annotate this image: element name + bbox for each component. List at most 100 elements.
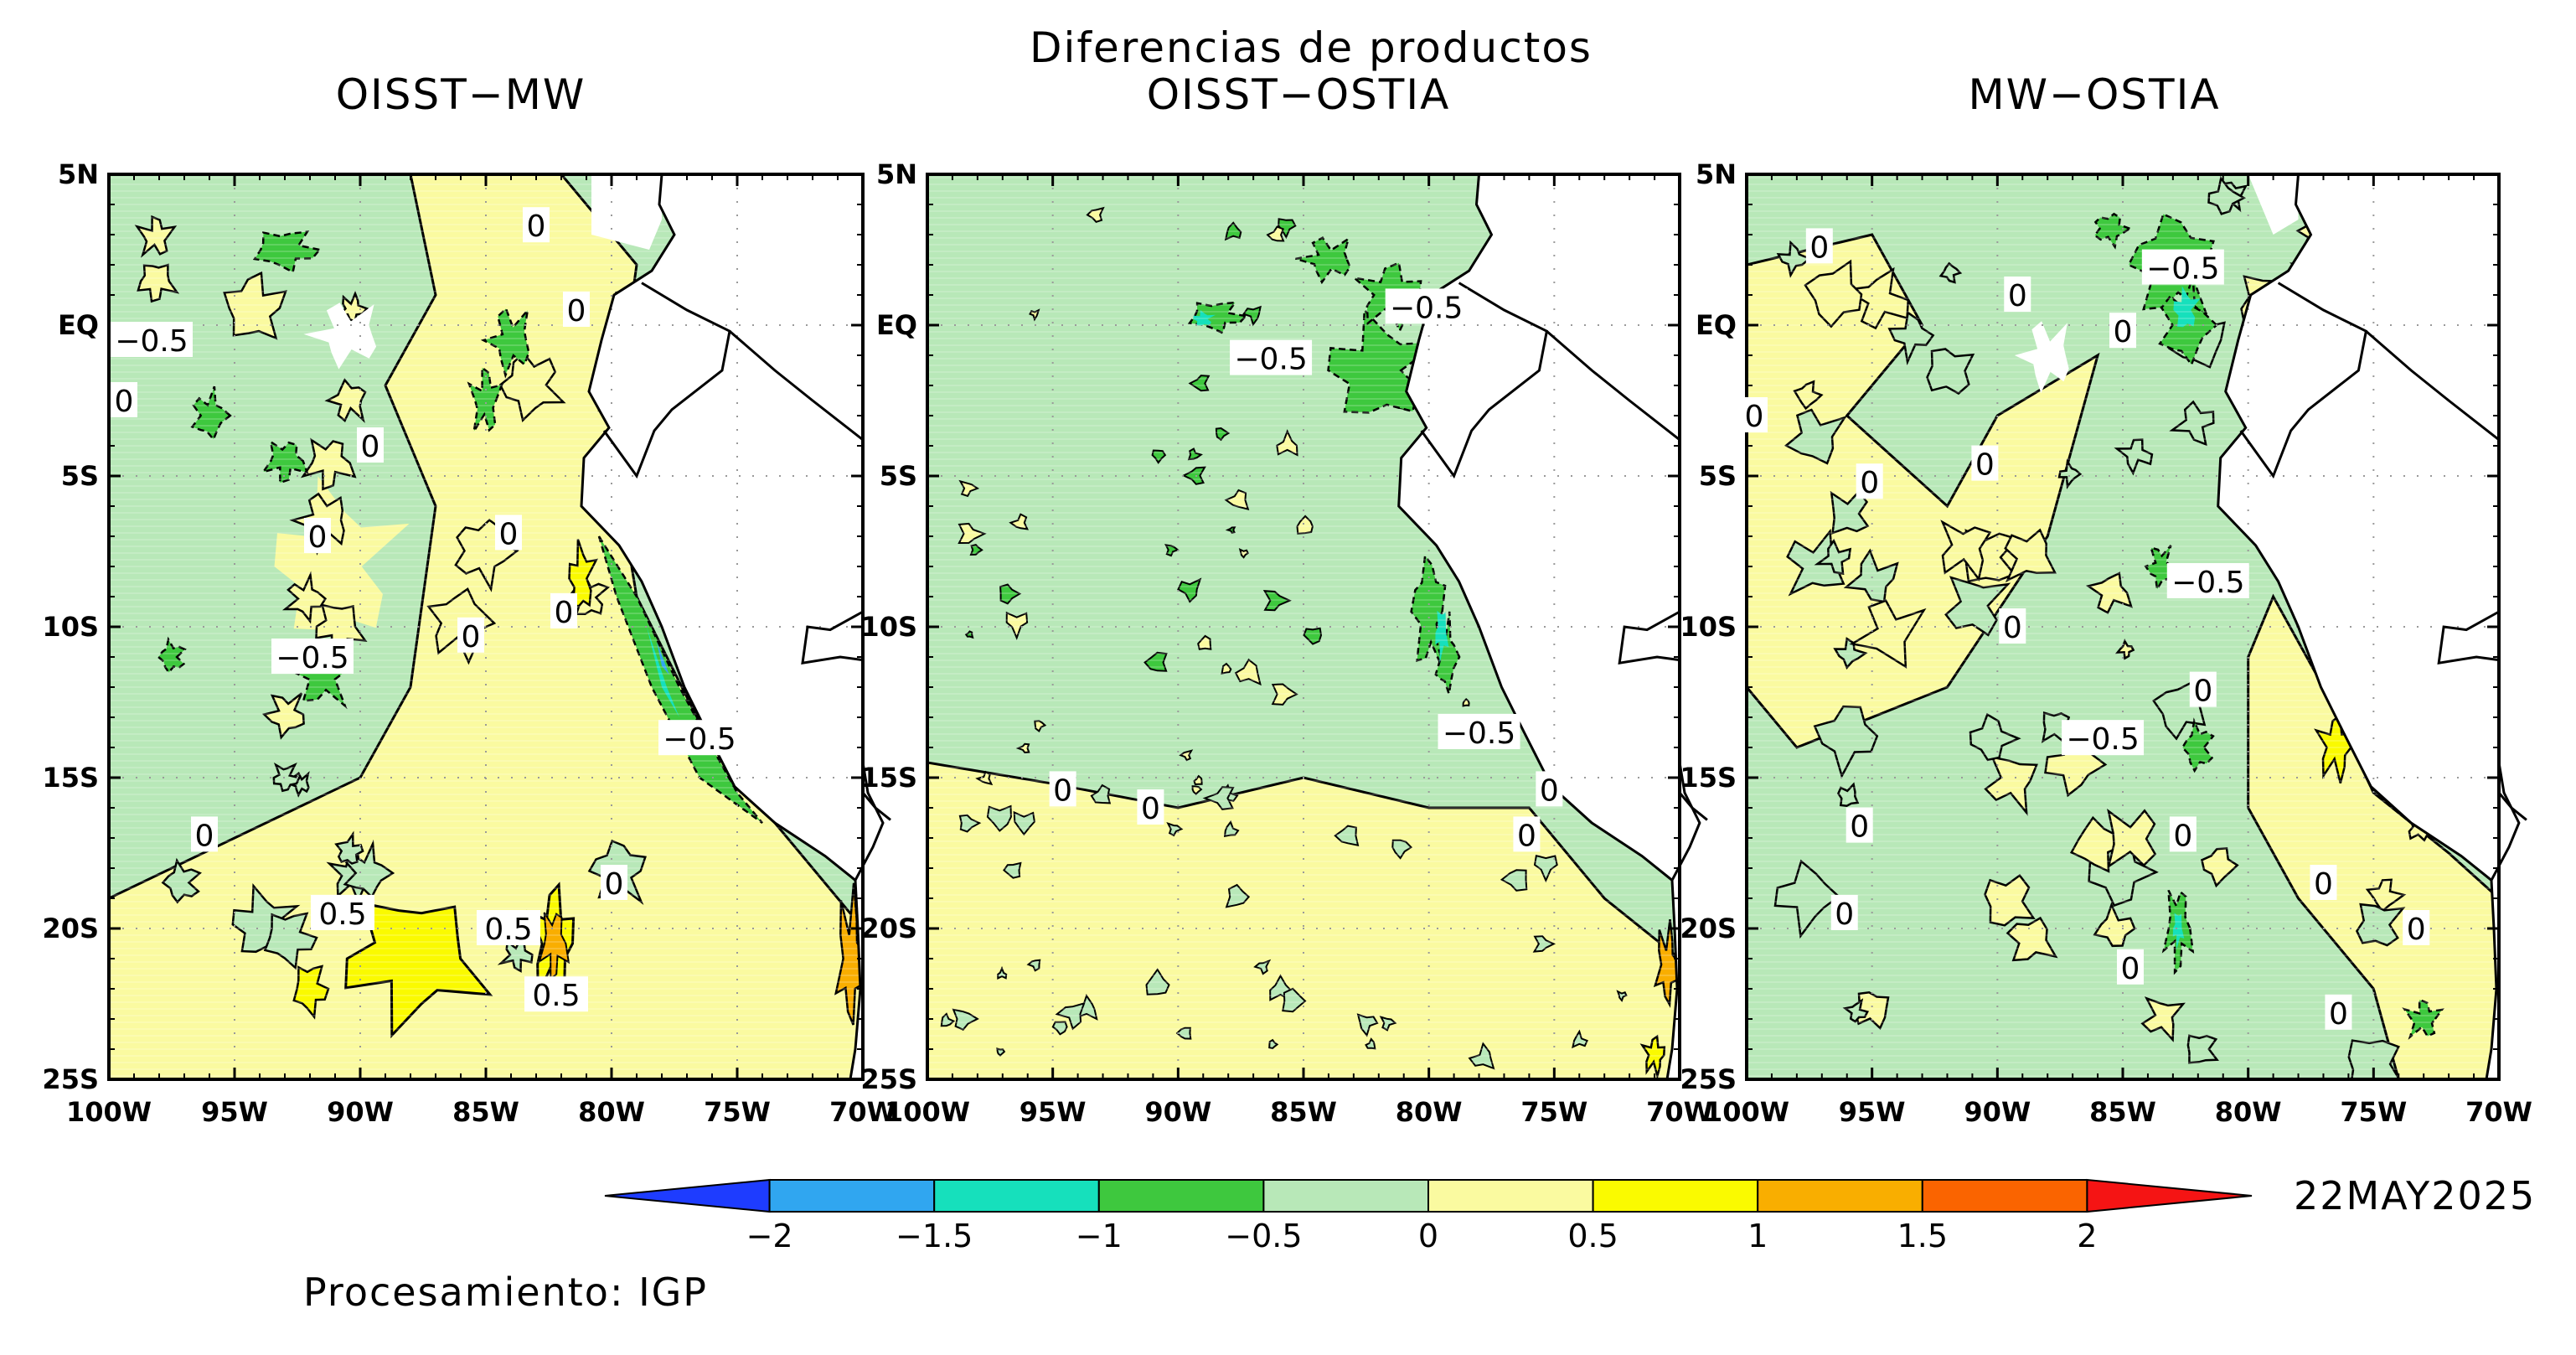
lon-tick-label: 70W xyxy=(1646,1096,1713,1128)
colorbar-swatch xyxy=(1262,1179,1430,1213)
lat-tick-label: EQ xyxy=(876,309,917,341)
colorbar-label: 2 xyxy=(2077,1218,2097,1254)
contour-label: 0 xyxy=(1745,400,1764,434)
contour-label: 0 xyxy=(1540,773,1559,808)
lat-tick-label: 25S xyxy=(42,1063,99,1095)
lat-tick-label: 10S xyxy=(860,611,917,643)
lat-tick-label: EQ xyxy=(1696,309,1737,341)
lon-tick-label: 90W xyxy=(1964,1096,2031,1128)
lat-tick-label: EQ xyxy=(58,309,99,341)
contour-label: 0.5 xyxy=(532,979,580,1013)
contour-label: 0 xyxy=(499,517,519,551)
contour-label: 0 xyxy=(2114,315,2133,349)
lon-tick-label: 75W xyxy=(2340,1096,2407,1128)
contour-label: −0.5 xyxy=(2066,722,2139,757)
country-border xyxy=(602,282,731,479)
contour-label: 0 xyxy=(555,596,574,630)
colorbar: −2 −1.5 −1 −0.5 0 0.5 1 1.5 2 xyxy=(604,1178,2253,1254)
lon-tick-label: 80W xyxy=(578,1096,645,1128)
contour-label: 0 xyxy=(605,867,624,902)
lon-tick-label: 90W xyxy=(1144,1096,1211,1128)
contour-label: 0 xyxy=(1860,466,1879,500)
contour-label: −0.5 xyxy=(1234,343,1307,377)
colorbar-label: −0.5 xyxy=(1225,1218,1302,1254)
lon-tick-label: 100W xyxy=(1704,1096,1789,1128)
country-border xyxy=(1546,330,1680,441)
colorbar-label: 1.5 xyxy=(1897,1218,1948,1254)
colorbar-swatch xyxy=(1427,1179,1594,1213)
contour-label: 0 xyxy=(1850,810,1869,845)
colorbar-swatch xyxy=(768,1179,936,1213)
lat-tick-label: 15S xyxy=(860,762,917,794)
colorbar-label: 0 xyxy=(1418,1218,1438,1254)
processing-credit: Procesamiento: IGP xyxy=(303,1270,709,1315)
country-border xyxy=(2239,282,2368,479)
map-panel-3: 100W 95W 90W 85W 80W 75W 70W 5N EQ 5S 10S 15S 20S 25S… xyxy=(1680,158,2532,1128)
contour-label: 0.5 xyxy=(484,913,532,947)
country-border xyxy=(2490,762,2521,882)
map-panel-1: 100W 95W 90W 85W 80W 75W 70W5NEQ5S10S15S20S25S… xyxy=(42,158,896,1128)
contour-label: 0 xyxy=(361,430,380,464)
lat-tick-label: 25S xyxy=(1680,1063,1737,1095)
lon-tick-label: 85W xyxy=(452,1096,519,1128)
contour-label: 0 xyxy=(2008,279,2027,313)
lon-tick-label: 95W xyxy=(1839,1096,1906,1128)
colorbar-swatch xyxy=(933,1179,1100,1213)
lat-tick-label: 10S xyxy=(1680,611,1737,643)
lon-tick-label: 95W xyxy=(201,1096,268,1128)
contour-label: 0 xyxy=(2173,819,2192,853)
lon-tick-label: 100W xyxy=(885,1096,970,1128)
contour-label: 0 xyxy=(1975,448,1995,483)
country-border xyxy=(801,610,864,665)
lon-tick-label: 75W xyxy=(704,1096,771,1128)
lat-tick-label: 10S xyxy=(42,611,99,643)
contour-label: 0 xyxy=(2329,997,2348,1032)
contour-label: 0 xyxy=(2121,952,2140,986)
colorbar-label: −2 xyxy=(746,1218,793,1254)
contour-label: −0.5 xyxy=(115,324,188,359)
colorbar-label: −1 xyxy=(1076,1218,1123,1254)
colorbar-swatch xyxy=(1097,1179,1265,1213)
colorbar-swatch xyxy=(1592,1179,1759,1213)
lat-tick-label: 20S xyxy=(42,913,99,944)
country-border xyxy=(2497,792,2527,821)
lon-tick-label: 90W xyxy=(327,1096,394,1128)
map-panels: 100W 95W 90W 85W 80W 75W 70W 5N EQ 5S 10S 15S 20S 25S… xyxy=(42,158,2532,1128)
contour-label: 0 xyxy=(527,209,546,244)
contour-label: −0.5 xyxy=(1390,291,1463,325)
colorbar-label: −1.5 xyxy=(896,1218,973,1254)
lat-tick-label: 5N xyxy=(58,158,99,190)
lat-tick-label: 20S xyxy=(1680,913,1737,944)
lat-tick-label: 25S xyxy=(860,1063,917,1095)
contour-label: 0.5 xyxy=(318,897,366,932)
contour-label: 0 xyxy=(1141,792,1160,826)
country-border xyxy=(2365,330,2500,441)
contour-label: 0 xyxy=(567,294,586,328)
contour-label: 0 xyxy=(2314,867,2333,902)
contour-label: 0 xyxy=(115,385,134,419)
contour-label: 0 xyxy=(2407,913,2426,947)
contour-label: −0.5 xyxy=(2146,252,2219,287)
contour-label: 0 xyxy=(2193,675,2212,709)
lon-tick-label: 85W xyxy=(1270,1096,1337,1128)
contour-label: 0 xyxy=(308,520,328,555)
country-border xyxy=(1678,792,1708,821)
contour-label: −0.5 xyxy=(2171,566,2244,600)
contour-label: −0.5 xyxy=(663,722,736,757)
contour-label: 0 xyxy=(1835,897,1854,932)
lon-tick-label: 80W xyxy=(2215,1096,2282,1128)
lat-tick-label: 5S xyxy=(880,460,917,492)
contour-label: 0 xyxy=(1053,773,1072,808)
map-panel-2: 100W 95W 90W 85W 80W 75W 70W 5N EQ 5S 10S 15S 20S 25S… xyxy=(860,158,1712,1128)
lat-tick-label: 20S xyxy=(860,913,917,944)
colorbar-swatch xyxy=(604,1178,771,1213)
colorbar-swatch xyxy=(1921,1179,2088,1213)
contour-label: −0.5 xyxy=(276,641,348,675)
lon-tick-label: 75W xyxy=(1520,1096,1587,1128)
contour-label: −0.5 xyxy=(1443,716,1515,751)
contour-label: 0 xyxy=(1517,819,1536,853)
colorbar-label: 1 xyxy=(1747,1218,1768,1254)
lon-tick-label: 85W xyxy=(2089,1096,2156,1128)
country-border xyxy=(1618,610,1680,665)
lon-tick-label: 80W xyxy=(1396,1096,1463,1128)
